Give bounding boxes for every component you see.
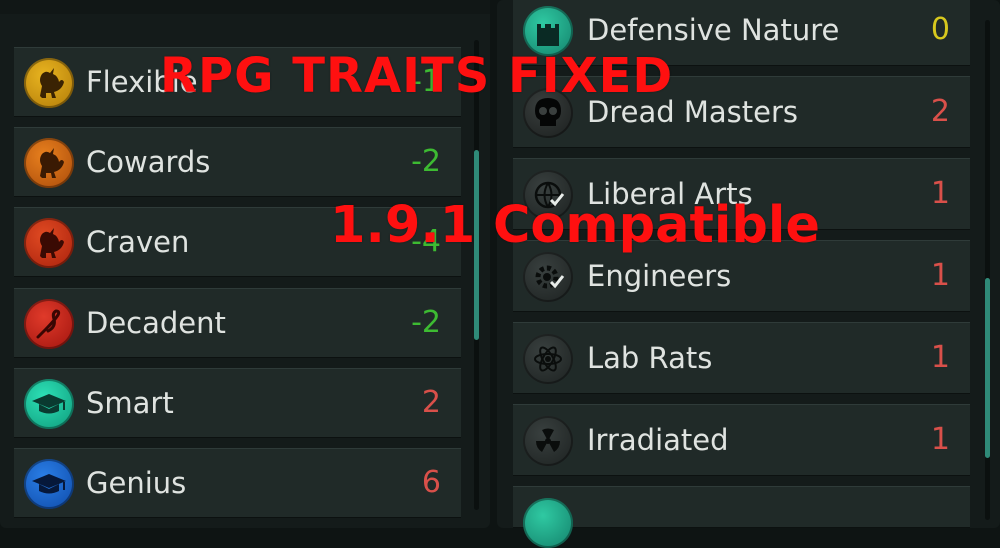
overlay-title: RPG TRAITS FIXED xyxy=(160,48,674,104)
trait-label: Defensive Nature xyxy=(587,13,840,47)
trait-label: Cowards xyxy=(86,145,211,179)
trait-value: 1 xyxy=(930,422,950,457)
trait-value: 1 xyxy=(930,176,950,211)
trait-row-smart[interactable]: Smart 2 xyxy=(14,368,461,438)
rooster-icon xyxy=(24,58,74,108)
trait-value: 2 xyxy=(930,94,950,129)
whip-icon xyxy=(24,299,74,349)
trait-label: Genius xyxy=(86,466,187,500)
overlay-subtitle: 1.9.1 Compatible xyxy=(330,196,820,255)
right-scrollbar[interactable] xyxy=(985,20,990,520)
atom-icon xyxy=(523,334,573,384)
gear-check-icon xyxy=(523,252,573,302)
trait-value: 0 xyxy=(930,12,950,47)
trait-label: Decadent xyxy=(86,306,226,340)
trait-row-lab-rats[interactable]: Lab Rats 1 xyxy=(513,322,970,394)
trait-value: 6 xyxy=(421,465,441,500)
trait-row-irradiated[interactable]: Irradiated 1 xyxy=(513,404,970,476)
trait-value: -2 xyxy=(411,144,441,179)
trait-row-decadent[interactable]: Decadent -2 xyxy=(14,288,461,358)
trait-value: 2 xyxy=(421,385,441,420)
trait-label: Irradiated xyxy=(587,423,729,457)
trait-label: Engineers xyxy=(587,259,732,293)
trait-value: -2 xyxy=(411,305,441,340)
rooster-icon xyxy=(24,138,74,188)
left-scrollbar[interactable] xyxy=(474,40,479,510)
graduation-cap-icon xyxy=(24,459,74,509)
trait-value: 1 xyxy=(930,340,950,375)
panel-top-bar xyxy=(0,0,490,14)
trait-value: 1 xyxy=(930,258,950,293)
trait-label: Smart xyxy=(86,386,174,420)
radiation-icon xyxy=(523,416,573,466)
trait-label: Lab Rats xyxy=(587,341,713,375)
graduation-cap-icon xyxy=(24,379,74,429)
rooster-icon xyxy=(24,218,74,268)
trait-icon xyxy=(523,498,573,548)
trait-row-genius[interactable]: Genius 6 xyxy=(14,448,461,518)
right-scrollbar-thumb[interactable] xyxy=(985,278,990,458)
trait-label: Craven xyxy=(86,225,190,259)
trait-row-cowards[interactable]: Cowards -2 xyxy=(14,127,461,197)
trait-row-partial[interactable] xyxy=(513,486,970,548)
